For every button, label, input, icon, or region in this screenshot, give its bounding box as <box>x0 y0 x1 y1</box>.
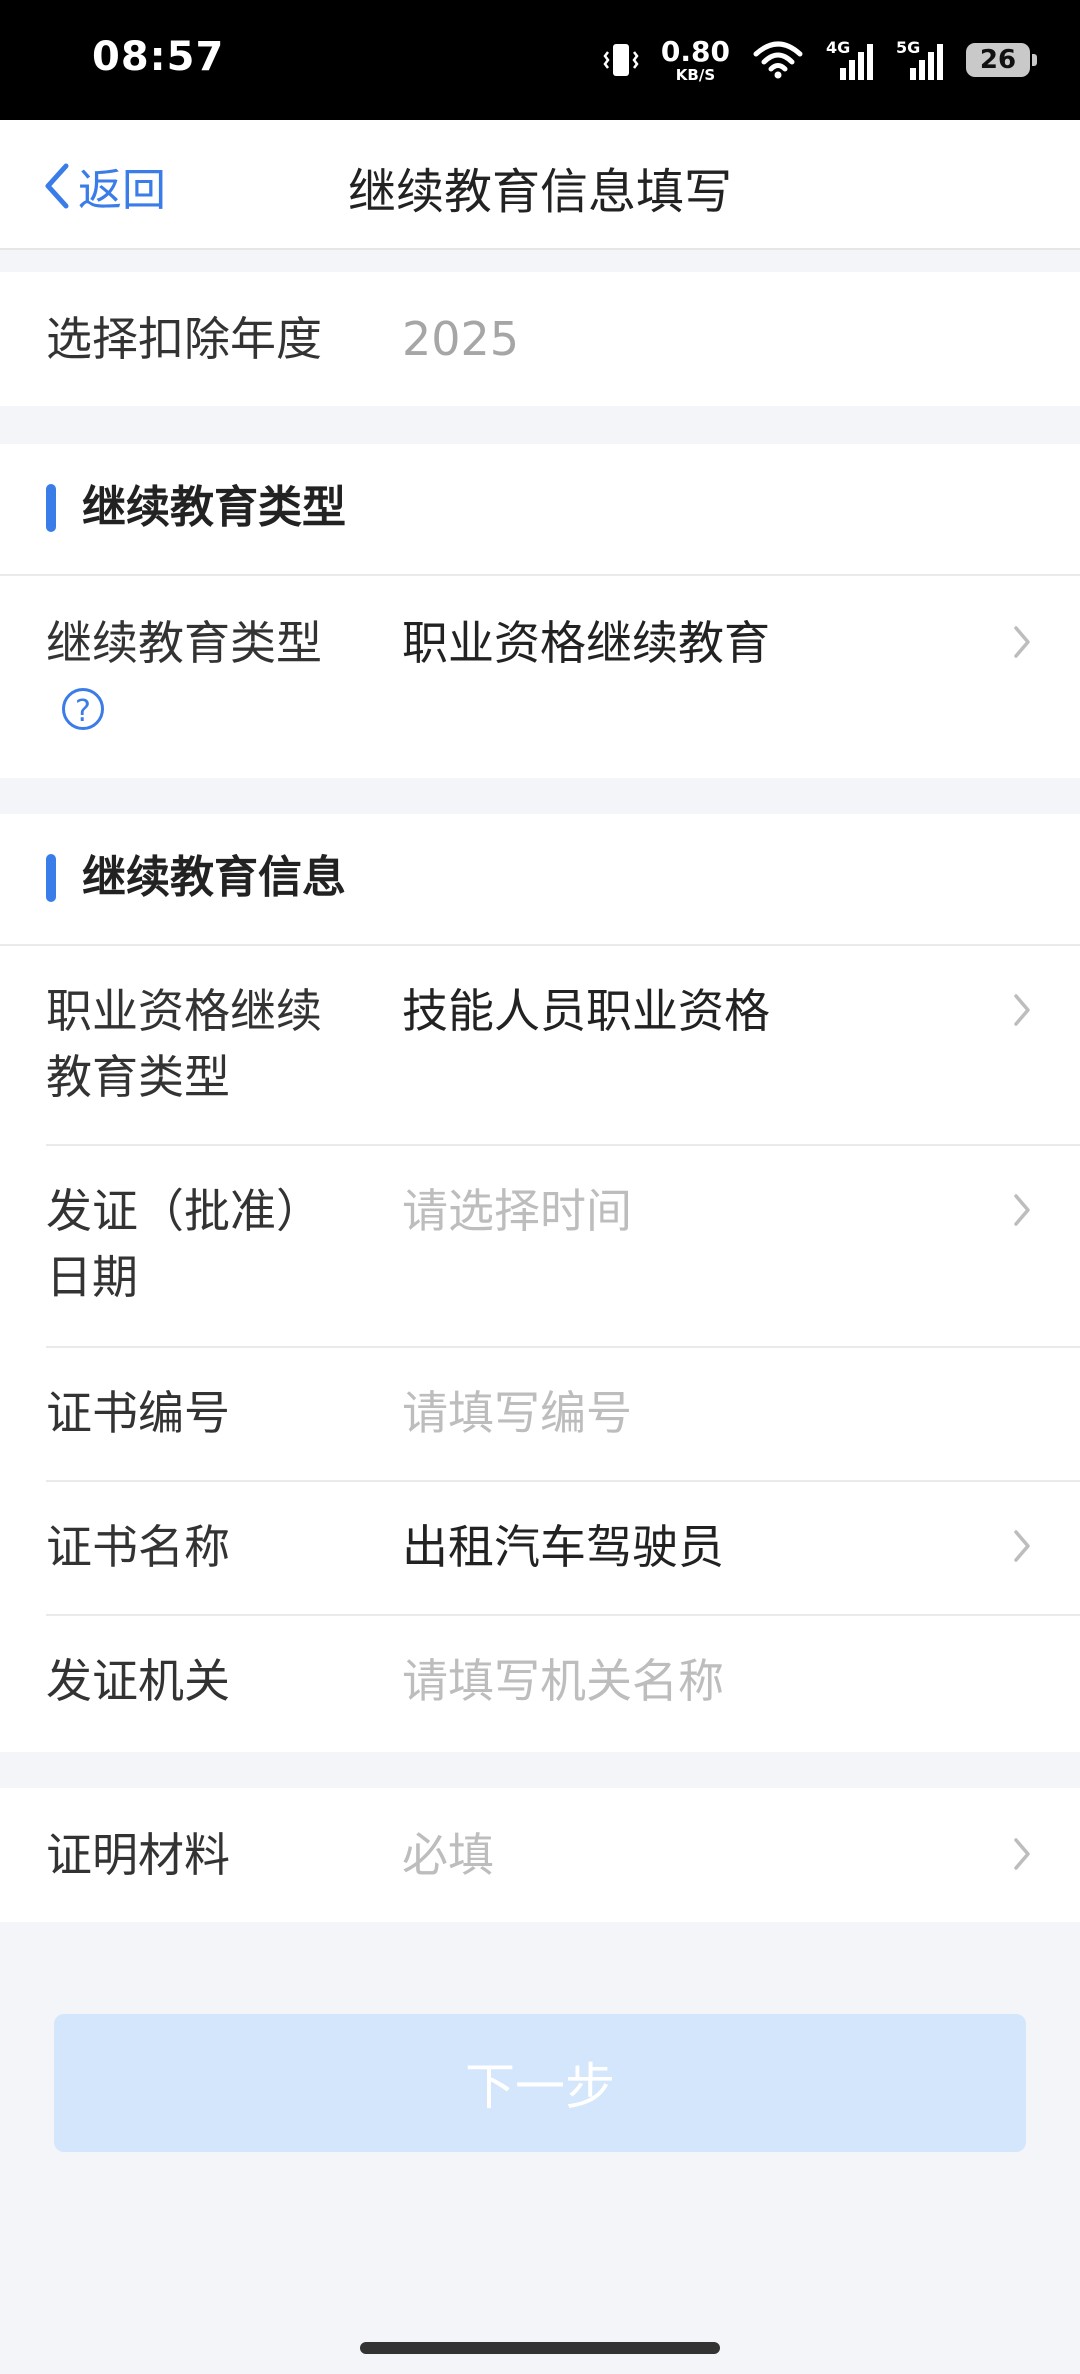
vibrate-icon <box>603 44 639 76</box>
section-accent-bar <box>46 854 56 902</box>
signal-icon <box>910 44 943 80</box>
divider <box>46 1346 1080 1348</box>
chevron-right-icon <box>1014 1194 1030 1226</box>
year-value: 2025 <box>402 312 520 366</box>
issue-date-placeholder: 请选择时间 <box>402 1184 632 1238</box>
year-row[interactable]: 选择扣除年度 2025 <box>46 306 1080 372</box>
type-section: 继续教育类型 继续教育类型 ? 职业资格继续教育 <box>0 444 1080 778</box>
type-row[interactable]: 继续教育类型 ? 职业资格继续教育 <box>46 610 1080 750</box>
status-icons: 0.80 KB/S 4G 5G 26 <box>603 30 1037 90</box>
signal-4g: 4G <box>826 38 874 82</box>
qualification-type-value: 技能人员职业资格 <box>402 984 770 1038</box>
speed-unit: KB/S <box>675 65 716 84</box>
chevron-right-icon <box>1014 1838 1030 1870</box>
help-glyph: ? <box>75 694 91 729</box>
signal-icon <box>840 44 873 80</box>
status-time: 08:57 <box>92 34 225 80</box>
type-label: 继续教育类型 <box>46 616 322 670</box>
info-section: 继续教育信息 职业资格继续 教育类型 技能人员职业资格 发证（批准） 日期 请选… <box>0 814 1080 1752</box>
divider <box>46 1614 1080 1616</box>
divider <box>46 1144 1080 1146</box>
help-icon[interactable]: ? <box>62 688 104 730</box>
section-accent-bar <box>46 484 56 532</box>
issuing-authority-row[interactable]: 发证机关 请填写机关名称 <box>46 1648 1080 1714</box>
year-card: 选择扣除年度 2025 <box>0 272 1080 406</box>
issue-date-label-line1: 发证（批准） <box>46 1184 322 1238</box>
issuing-authority-input[interactable]: 请填写机关名称 <box>402 1648 724 1714</box>
type-section-title: 继续教育类型 <box>82 482 346 533</box>
nav-bar: 返回 继续教育信息填写 <box>0 120 1080 250</box>
battery-level: 26 <box>979 45 1017 75</box>
type-value: 职业资格继续教育 <box>402 616 770 670</box>
issuing-authority-label: 发证机关 <box>46 1654 230 1708</box>
issue-date-label-line2: 日期 <box>46 1250 138 1304</box>
battery-icon: 26 <box>966 43 1037 77</box>
proof-placeholder: 必填 <box>402 1828 494 1882</box>
divider <box>46 1480 1080 1482</box>
proof-label: 证明材料 <box>46 1828 230 1882</box>
page-title: 继续教育信息填写 <box>347 164 732 220</box>
signal-5g: 5G <box>896 38 944 82</box>
certificate-name-label: 证书名称 <box>46 1520 230 1574</box>
issue-date-row[interactable]: 发证（批准） 日期 请选择时间 <box>46 1178 1080 1318</box>
info-section-title: 继续教育信息 <box>82 852 346 903</box>
qualification-type-row[interactable]: 职业资格继续 教育类型 技能人员职业资格 <box>46 978 1080 1118</box>
next-button[interactable]: 下一步 <box>54 2014 1026 2152</box>
status-bar: 08:57 0.80 KB/S 4G 5G 26 <box>0 0 1080 120</box>
qualification-type-label-line2: 教育类型 <box>46 1050 230 1104</box>
chevron-right-icon <box>1014 626 1030 658</box>
network-speed: 0.80 KB/S <box>660 34 730 84</box>
proof-row[interactable]: 证明材料 必填 <box>46 1822 1080 1888</box>
certificate-number-label: 证书编号 <box>46 1386 230 1440</box>
chevron-right-icon <box>1014 1530 1030 1562</box>
home-indicator[interactable] <box>360 2342 720 2354</box>
divider <box>0 574 1080 576</box>
proof-card: 证明材料 必填 <box>0 1788 1080 1922</box>
year-label: 选择扣除年度 <box>46 312 322 366</box>
wifi-icon <box>753 41 803 79</box>
certificate-number-row[interactable]: 证书编号 请填写编号 <box>46 1380 1080 1446</box>
divider <box>0 944 1080 946</box>
certificate-name-row[interactable]: 证书名称 出租汽车驾驶员 <box>46 1514 1080 1580</box>
qualification-type-label-line1: 职业资格继续 <box>46 984 322 1038</box>
certificate-number-input[interactable]: 请填写编号 <box>402 1380 632 1446</box>
chevron-right-icon <box>1014 994 1030 1026</box>
certificate-name-value: 出租汽车驾驶员 <box>402 1520 724 1574</box>
speed-value: 0.80 <box>660 34 730 68</box>
